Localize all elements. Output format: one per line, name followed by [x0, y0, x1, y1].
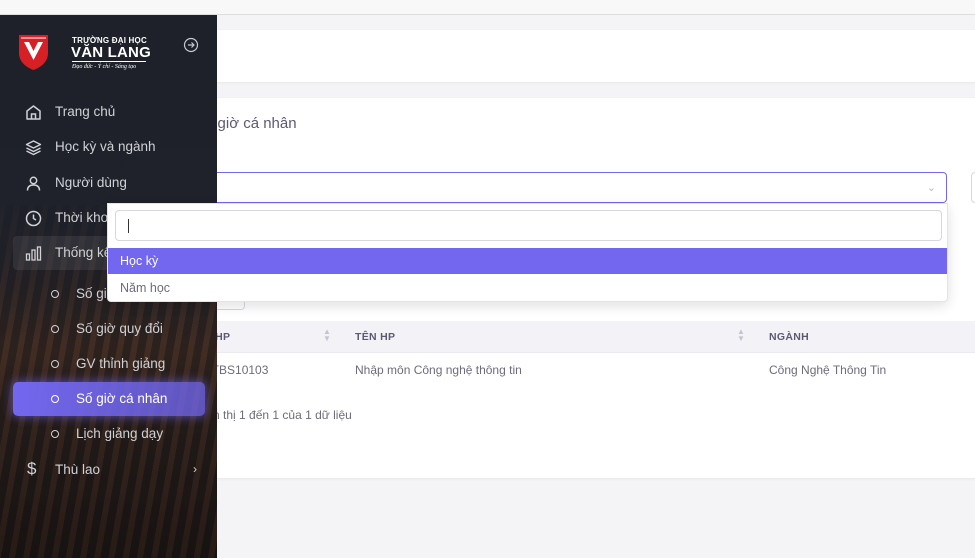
sidebar-item-label: Người dùng — [55, 175, 127, 190]
brand-tagline: Đạo đức - Ý chí - Sáng tạo — [72, 64, 137, 70]
chevron-right-icon: › — [193, 462, 197, 476]
university-logo-icon — [19, 35, 48, 70]
column-header-major[interactable]: NGÀNH — [769, 331, 809, 343]
circle-icon — [51, 430, 59, 438]
top-strip — [0, 0, 975, 15]
sidebar-item-label: GV thỉnh giảng — [76, 356, 166, 371]
home-icon — [26, 105, 41, 120]
sort-icon[interactable]: ▲ ▼ — [737, 328, 745, 343]
brand-name: VĂN LANG — [71, 44, 151, 61]
user-icon — [26, 176, 41, 191]
sort-icon[interactable]: ▲ ▼ — [323, 328, 331, 343]
sidebar-subitem-converted-hours[interactable]: Số giờ quy đổi — [13, 312, 205, 346]
sidebar-item-label: Số giờ quy đổi — [76, 321, 163, 336]
period-select[interactable]: ⌄ — [195, 172, 947, 203]
sidebar-item-semester[interactable]: Học kỳ và ngành — [13, 130, 205, 164]
sidebar-item-label: Thù lao — [55, 462, 101, 477]
circle-icon — [51, 290, 59, 298]
layers-icon — [25, 140, 42, 156]
sidebar-subitem-personal-hours[interactable]: Số giờ cá nhân — [13, 382, 205, 416]
circle-icon — [51, 395, 59, 403]
pagination-info: Hiển thị 1 đến 1 của 1 dữ liệu — [195, 408, 352, 422]
column-header-name[interactable]: TÊN HP — [355, 331, 395, 343]
text-caret — [128, 219, 129, 233]
dropdown-search-input[interactable] — [115, 210, 942, 241]
sidebar-item-label: Số giờ cá nhân — [76, 391, 168, 406]
select-dropdown-menu: Học kỳ Năm học — [107, 203, 948, 302]
header-card — [195, 30, 975, 82]
circle-icon — [51, 325, 59, 333]
collapse-sidebar-icon[interactable] — [183, 37, 199, 53]
table-header: MÃ HP ▲▼ TÊN HP ▲▼ NGÀNH — [195, 321, 975, 353]
sidebar-item-payment[interactable]: $ Thù lao › — [13, 453, 205, 487]
dollar-icon: $ — [27, 459, 37, 478]
clock-icon — [25, 210, 42, 227]
sidebar-item-home[interactable]: Trang chủ — [13, 95, 205, 129]
sidebar-subitem-teaching-schedule[interactable]: Lịch giảng dạy — [13, 417, 205, 451]
circle-icon — [51, 360, 59, 368]
sidebar-item-label: Học kỳ và ngành — [55, 139, 156, 154]
chevron-down-icon: ⌄ — [926, 182, 936, 194]
sidebar-subitem-visiting-lecturer[interactable]: GV thỉnh giảng — [13, 347, 205, 381]
secondary-select[interactable] — [971, 172, 975, 203]
dropdown-option-year[interactable]: Năm học — [108, 275, 947, 301]
dropdown-option-semester[interactable]: Học kỳ — [108, 248, 947, 274]
sidebar-item-label: Thống kê — [55, 245, 112, 260]
table-cell-major: Công Nghệ Thông Tin — [769, 363, 887, 377]
sidebar-item-label: Lịch giảng dạy — [76, 426, 164, 441]
table-cell-name: Nhập môn Công nghệ thông tin — [355, 363, 522, 377]
bar-chart-icon — [25, 246, 42, 261]
sidebar-item-label: Trang chủ — [55, 104, 116, 119]
sidebar-item-users[interactable]: Người dùng — [13, 166, 205, 200]
